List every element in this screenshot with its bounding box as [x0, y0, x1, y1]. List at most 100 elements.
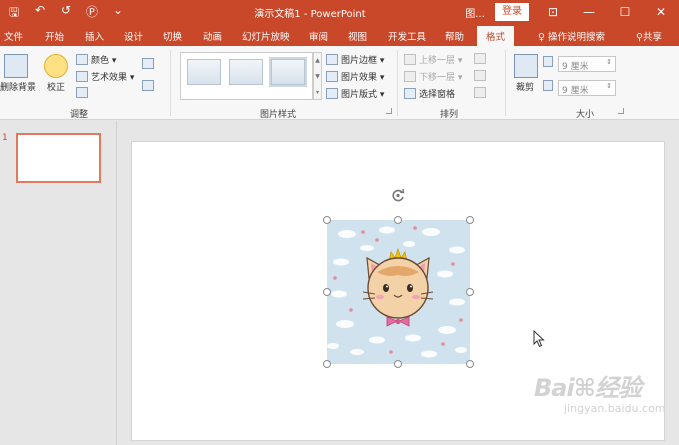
selection-pane-button[interactable]: 选择窗格: [404, 87, 455, 100]
reset-picture-button[interactable]: [142, 80, 154, 91]
reset-picture-icon: [142, 80, 154, 91]
group-icon: [474, 70, 486, 81]
resize-handle-top-left[interactable]: [323, 216, 331, 224]
artistic-effects-label: 艺术效果 ▾: [91, 73, 135, 83]
height-value: 9 厘米: [562, 62, 589, 72]
tab-help[interactable]: 帮助: [445, 29, 464, 43]
selection-pane-icon: [404, 88, 416, 99]
watermark-text: jingyan.baidu.com: [564, 402, 666, 415]
crop-button[interactable]: 裁剪: [516, 80, 534, 93]
tab-design[interactable]: 设计: [124, 29, 143, 43]
tab-slideshow[interactable]: 幻灯片放映: [242, 29, 290, 43]
slide-thumbnail[interactable]: [16, 133, 101, 183]
compress-pictures-button[interactable]: [76, 87, 88, 98]
login-button[interactable]: 登录: [495, 3, 529, 21]
baidu-watermark: Bai⌘经验 jingyan.baidu.com: [534, 368, 666, 415]
change-picture-button[interactable]: [142, 58, 154, 69]
picture-effects-icon: [326, 71, 338, 82]
picture-style-3[interactable]: [271, 59, 305, 85]
width-value: 9 厘米: [562, 86, 589, 96]
minimize-button[interactable]: —: [571, 5, 607, 19]
artistic-effects-icon: [76, 71, 88, 82]
picture-layout-button[interactable]: 图片版式 ▾: [326, 87, 384, 100]
color-button[interactable]: 颜色 ▾: [76, 53, 116, 66]
ribbon-tabs: 文件 开始 插入 设计 切换 动画 幻灯片放映 审阅 视图 开发工具 帮助 格式…: [0, 24, 679, 46]
group-divider: [170, 50, 171, 116]
tab-review[interactable]: 审阅: [309, 29, 328, 43]
corrections-icon[interactable]: [44, 54, 68, 78]
picture-styles-gallery: [180, 52, 313, 100]
close-button[interactable]: ✕: [643, 5, 679, 19]
picture-effects-label: 图片效果 ▾: [341, 73, 385, 83]
gallery-scroll[interactable]: ▲ ▼ ▾: [313, 52, 322, 100]
width-icon: [543, 80, 553, 91]
tab-insert[interactable]: 插入: [85, 29, 104, 43]
remove-background-icon[interactable]: [4, 54, 28, 78]
compress-icon: [76, 87, 88, 98]
lightbulb-icon: ♀: [538, 32, 548, 43]
picture-style-1[interactable]: [187, 59, 221, 85]
powerpoint-window: 🖫 ↶ ↺ Ⓟ ⌄ 演示文稿1 - PowerPoint 图... 登录 ⊡ —…: [0, 0, 679, 445]
resize-handle-bottom[interactable]: [394, 360, 402, 368]
crop-icon[interactable]: [514, 54, 538, 78]
height-stepper-icon[interactable]: ⇕: [606, 58, 612, 66]
corrections-button[interactable]: 校正: [47, 80, 65, 93]
picture-styles-launcher-icon[interactable]: [386, 108, 392, 114]
remove-background-button[interactable]: 删除背景: [0, 80, 36, 93]
resize-handle-right[interactable]: [466, 288, 474, 296]
picture-border-button[interactable]: 图片边框 ▾: [326, 53, 384, 66]
change-picture-icon: [142, 58, 154, 69]
send-backward-label: 下移一层 ▾: [419, 73, 463, 83]
color-label: 颜色 ▾: [91, 56, 117, 66]
title-bar: 🖫 ↶ ↺ Ⓟ ⌄ 演示文稿1 - PowerPoint 图... 登录 ⊡ —…: [0, 0, 679, 24]
baidu-logo: Bai⌘经验: [534, 374, 642, 402]
rotate-button[interactable]: [474, 87, 486, 98]
size-launcher-icon[interactable]: [618, 108, 624, 114]
resize-handle-bottom-left[interactable]: [323, 360, 331, 368]
group-button[interactable]: [474, 70, 486, 81]
send-backward-icon: [404, 71, 416, 82]
bring-forward-icon: [404, 54, 416, 65]
picture-border-label: 图片边框 ▾: [341, 56, 385, 66]
group-divider: [505, 50, 506, 116]
picture-layout-label: 图片版式 ▾: [341, 90, 385, 100]
group-arrange-label: 排列: [440, 110, 459, 120]
tab-file[interactable]: 文件: [4, 29, 23, 43]
tab-home[interactable]: 开始: [45, 29, 64, 43]
share-button[interactable]: ⚲共享: [636, 29, 662, 43]
maximize-button[interactable]: ☐: [607, 5, 643, 19]
resize-handle-top-right[interactable]: [466, 216, 474, 224]
person-icon: ⚲: [636, 32, 643, 43]
ribbon-display-options-icon[interactable]: ⊡: [535, 5, 571, 19]
tab-developer[interactable]: 开发工具: [388, 29, 426, 43]
tab-animations[interactable]: 动画: [203, 29, 222, 43]
align-button[interactable]: [474, 53, 486, 64]
ribbon-format: 删除背景 校正 颜色 ▾ 艺术效果 ▾ 调整 ▲ ▼ ▾ 图片边框 ▾ 图片效果 ▾…: [0, 46, 679, 120]
bring-forward-button[interactable]: 上移一层 ▾: [404, 53, 462, 66]
color-icon: [76, 54, 88, 65]
rotate-objects-icon: [474, 87, 486, 98]
height-field[interactable]: 9 厘米 ⇕: [558, 56, 616, 72]
picture-effects-button[interactable]: 图片效果 ▾: [326, 70, 384, 83]
cat-illustration: [327, 226, 467, 358]
resize-handle-bottom-right[interactable]: [466, 360, 474, 368]
width-field[interactable]: 9 厘米 ⇕: [558, 80, 616, 96]
send-backward-button[interactable]: 下移一层 ▾: [404, 70, 462, 83]
tab-transitions[interactable]: 切换: [163, 29, 182, 43]
group-divider: [397, 50, 398, 116]
tell-me-search[interactable]: ♀ 操作说明搜索: [538, 29, 605, 43]
rotate-handle-icon[interactable]: [390, 187, 406, 203]
picture-style-2[interactable]: [229, 59, 263, 85]
artistic-effects-button[interactable]: 艺术效果 ▾: [76, 70, 134, 83]
tab-view[interactable]: 视图: [348, 29, 367, 43]
selected-picture[interactable]: [327, 220, 470, 364]
width-stepper-icon[interactable]: ⇕: [606, 82, 612, 90]
group-picture-styles-label: 图片样式: [260, 110, 297, 120]
resize-handle-left[interactable]: [323, 288, 331, 296]
tab-format[interactable]: 格式: [477, 26, 515, 46]
resize-handle-top[interactable]: [394, 216, 402, 224]
tell-me-label: 操作说明搜索: [547, 32, 605, 43]
share-label: 共享: [642, 32, 662, 43]
mouse-cursor-icon: [533, 330, 545, 348]
picture-border-icon: [326, 54, 338, 65]
